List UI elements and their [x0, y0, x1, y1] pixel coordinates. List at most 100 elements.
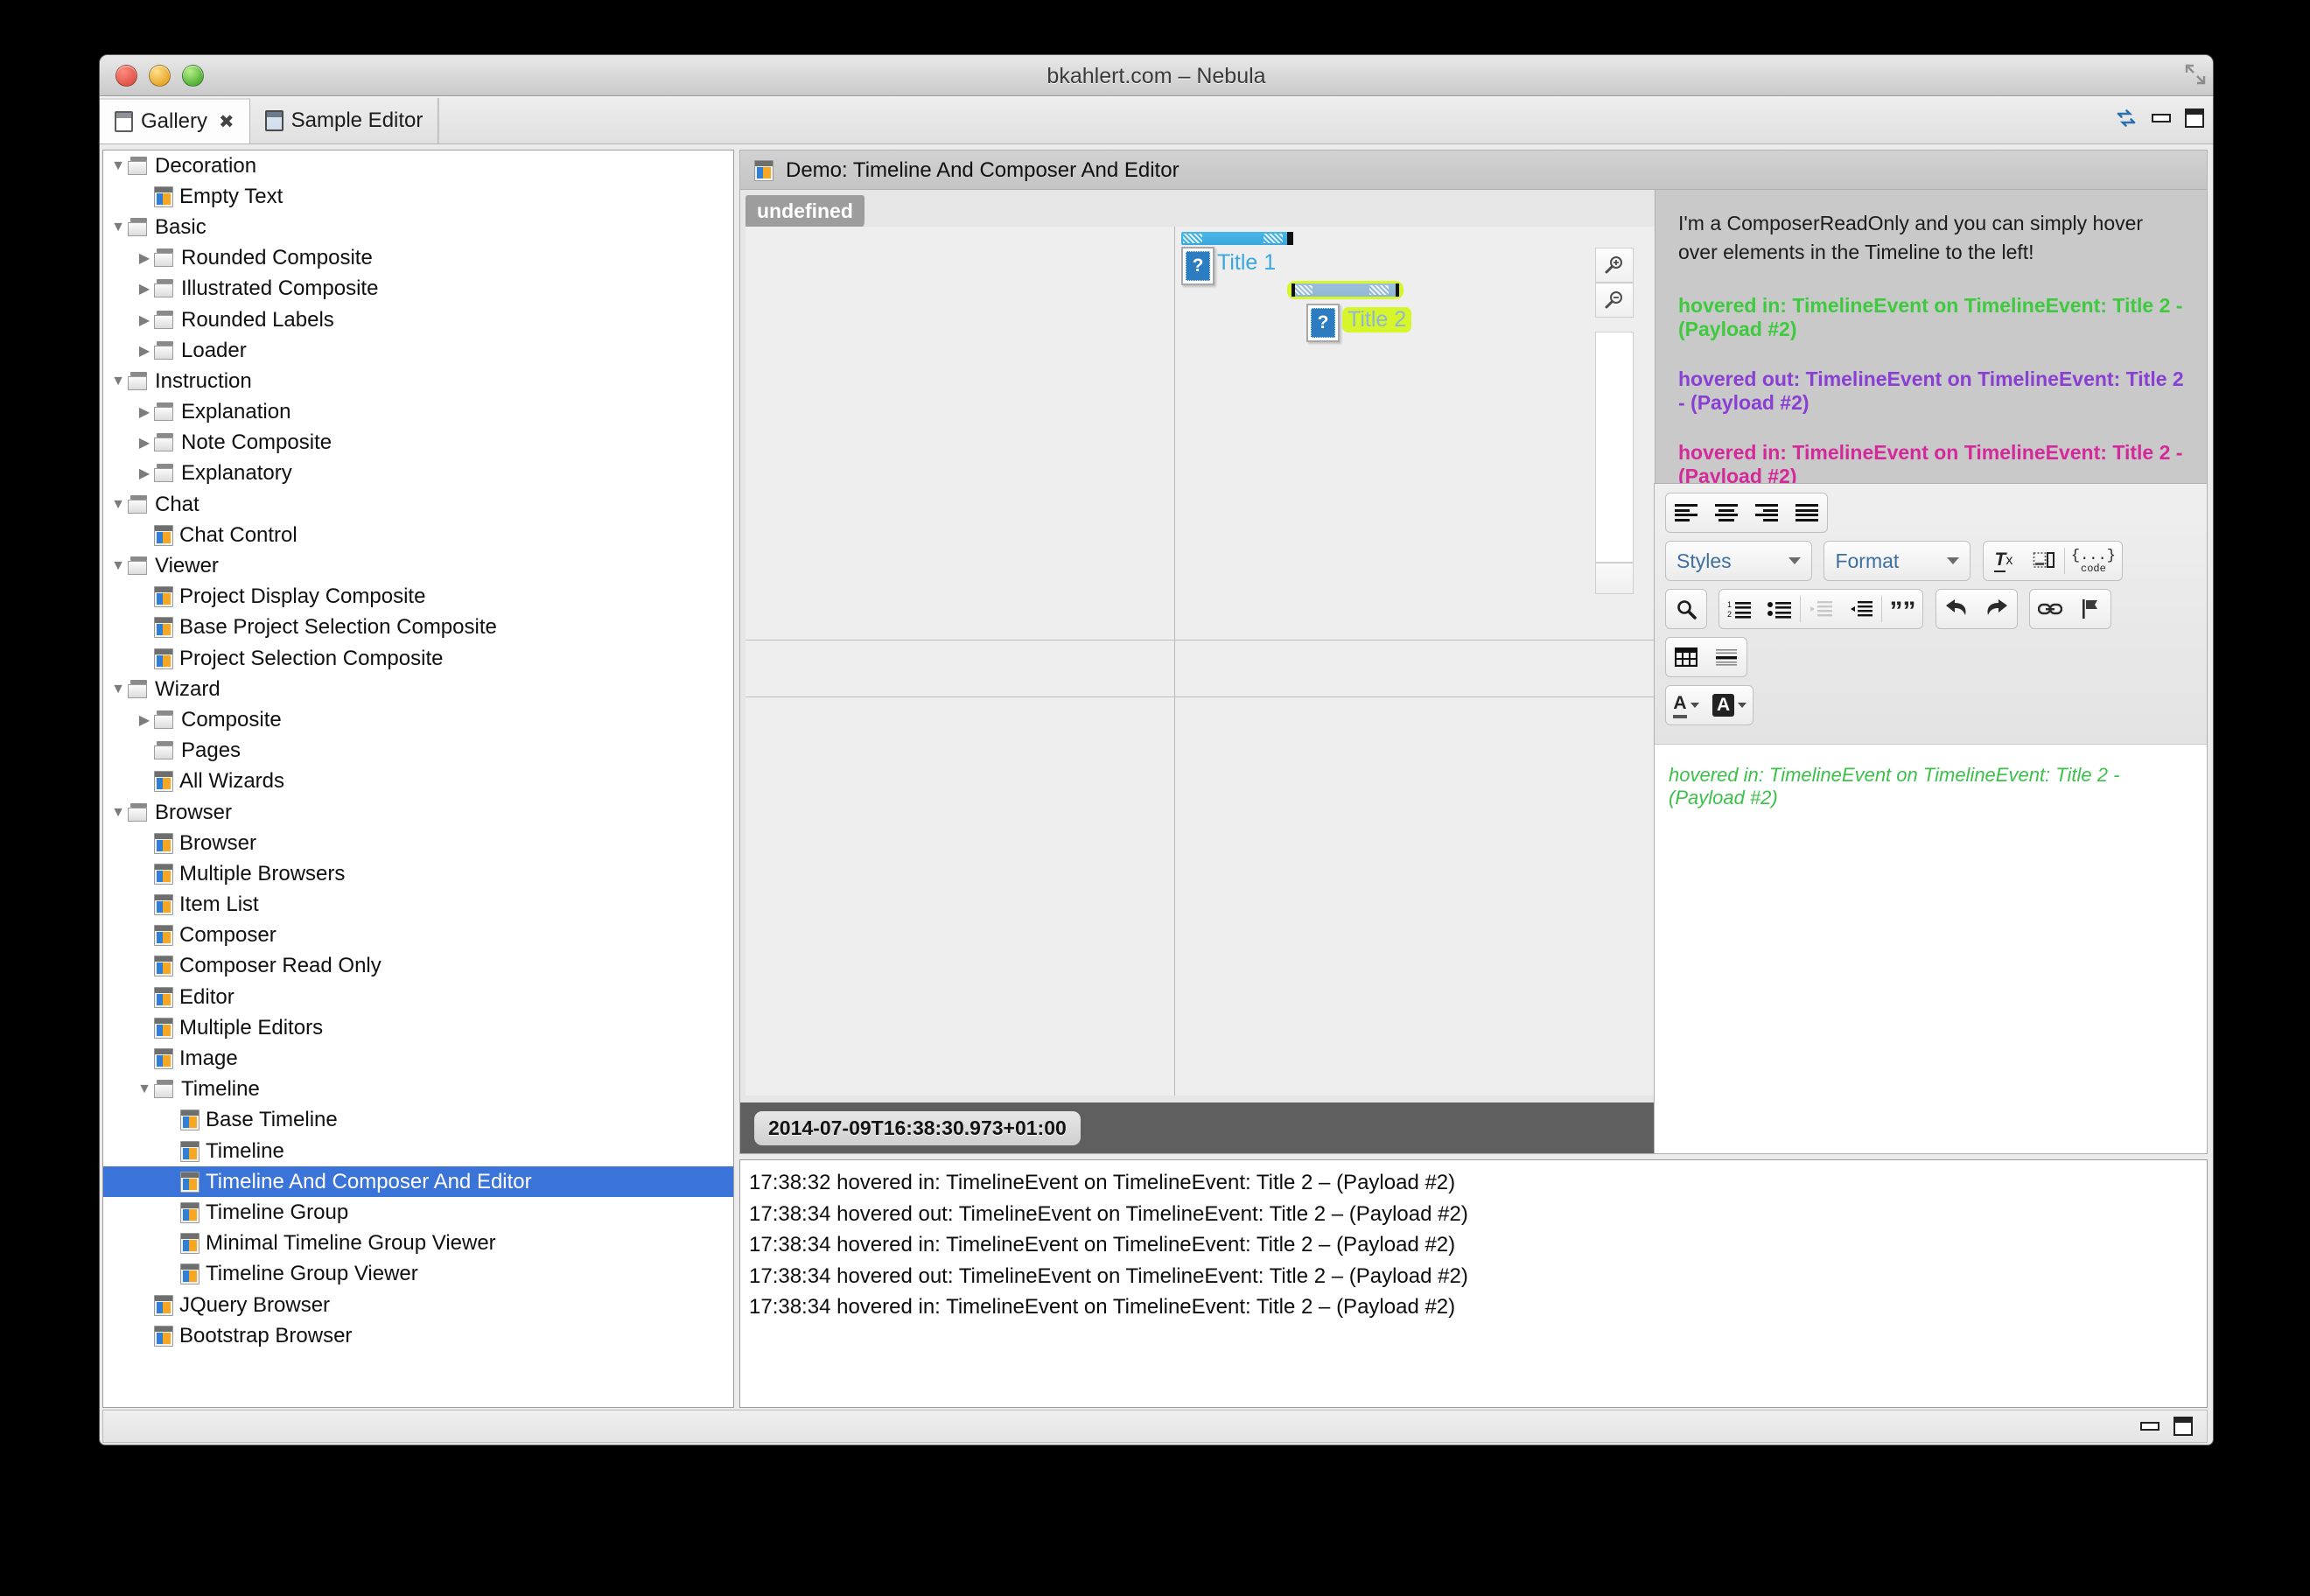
undo-icon[interactable]: [1936, 590, 1977, 628]
tree-item[interactable]: Timeline Group: [103, 1197, 733, 1228]
twisty-collapsed-icon[interactable]: ▶: [135, 312, 154, 329]
tree-item[interactable]: ▼Instruction: [103, 366, 733, 396]
tab-sample-editor[interactable]: Sample Editor: [250, 98, 439, 144]
tree-item[interactable]: Multiple Browsers: [103, 858, 733, 889]
background-color-icon[interactable]: A: [1706, 686, 1753, 724]
twisty-collapsed-icon[interactable]: ▶: [135, 342, 154, 360]
tree-item[interactable]: Composer: [103, 920, 733, 951]
twisty-collapsed-icon[interactable]: ▶: [135, 403, 154, 421]
indent-icon[interactable]: [1841, 590, 1881, 628]
link-icon[interactable]: [2030, 590, 2070, 628]
status-maximize-button[interactable]: [2174, 1417, 2193, 1436]
twisty-expanded-icon[interactable]: ▼: [108, 374, 128, 389]
timeline-zoom-slider-thumb[interactable]: [1595, 563, 1634, 594]
tree-item[interactable]: ▶Note Composite: [103, 428, 733, 458]
tree-item[interactable]: ▶Rounded Composite: [103, 243, 733, 274]
tree-item[interactable]: Timeline: [103, 1136, 733, 1166]
align-right-icon[interactable]: [1746, 494, 1787, 532]
format-select[interactable]: Format: [1824, 541, 1970, 581]
tree-item[interactable]: Project Display Composite: [103, 582, 733, 612]
timeline-event-title-2[interactable]: ? Title 2: [1287, 281, 1411, 342]
editor-panel[interactable]: Styles Format Tx: [1654, 483, 2208, 1154]
bulleted-list-icon[interactable]: [1760, 590, 1800, 628]
twisty-expanded-icon[interactable]: ▼: [108, 158, 128, 174]
tree-item[interactable]: Chat Control: [103, 520, 733, 550]
twisty-expanded-icon[interactable]: ▼: [108, 805, 128, 821]
close-icon[interactable]: ✖: [219, 111, 234, 133]
tree-item[interactable]: ▶Composite: [103, 704, 733, 735]
tree-item[interactable]: ▼Decoration: [103, 150, 733, 181]
tree-item[interactable]: ▼Wizard: [103, 674, 733, 704]
anchor-flag-icon[interactable]: [2070, 590, 2110, 628]
tree-item[interactable]: ▼Timeline: [103, 1074, 733, 1105]
twisty-collapsed-icon[interactable]: ▶: [135, 434, 154, 452]
status-minimize-button[interactable]: [2140, 1422, 2160, 1431]
twisty-expanded-icon[interactable]: ▼: [108, 558, 128, 574]
tree-item[interactable]: ▶Rounded Labels: [103, 304, 733, 335]
tree-item[interactable]: ▼Chat: [103, 489, 733, 520]
tree-item[interactable]: All Wizards: [103, 766, 733, 797]
zoom-in-icon[interactable]: [1595, 248, 1634, 283]
tab-gallery[interactable]: Gallery ✖: [100, 98, 250, 144]
timeline-event-icon[interactable]: ?: [1181, 247, 1214, 285]
tree-item[interactable]: Editor: [103, 982, 733, 1012]
blockquote-icon[interactable]: ””: [1882, 590, 1922, 628]
gallery-tree[interactable]: ▼DecorationEmpty Text▼Basic▶Rounded Comp…: [102, 150, 734, 1408]
twisty-collapsed-icon[interactable]: ▶: [135, 280, 154, 298]
tree-item[interactable]: Timeline And Composer And Editor: [103, 1166, 733, 1197]
tree-item[interactable]: ▼Browser: [103, 797, 733, 828]
timeline-widget[interactable]: undefined: [739, 189, 1656, 1154]
resize-corner-icon[interactable]: [2184, 63, 2207, 86]
tree-item[interactable]: ▶Loader: [103, 335, 733, 366]
tree-item[interactable]: ▶Illustrated Composite: [103, 274, 733, 304]
align-justify-icon[interactable]: [1787, 494, 1827, 532]
tree-item[interactable]: Timeline Group Viewer: [103, 1259, 733, 1290]
tree-item[interactable]: Base Timeline: [103, 1105, 733, 1136]
horizontal-rule-icon[interactable]: [1706, 638, 1746, 676]
tree-item[interactable]: Base Project Selection Composite: [103, 612, 733, 643]
twisty-expanded-icon[interactable]: ▼: [108, 682, 128, 697]
view-minimize-button[interactable]: [2152, 114, 2171, 122]
timeline-event-title-1[interactable]: ? Title 1: [1181, 232, 1293, 285]
redo-icon[interactable]: [1977, 590, 2017, 628]
tree-item[interactable]: ▼Basic: [103, 212, 733, 242]
styles-select[interactable]: Styles: [1665, 541, 1812, 581]
align-left-icon[interactable]: [1666, 494, 1706, 532]
editor-content-area[interactable]: hovered in: TimelineEvent on TimelineEve…: [1655, 744, 2207, 1153]
tree-item[interactable]: ▼Viewer: [103, 550, 733, 581]
view-maximize-button[interactable]: [2185, 108, 2204, 128]
table-icon[interactable]: [1666, 638, 1706, 676]
log-console[interactable]: 17:38:32 hovered in: TimelineEvent on Ti…: [739, 1159, 2208, 1408]
tree-item[interactable]: JQuery Browser: [103, 1290, 733, 1320]
tree-item[interactable]: Image: [103, 1043, 733, 1074]
twisty-expanded-icon[interactable]: ▼: [135, 1082, 154, 1097]
twisty-expanded-icon[interactable]: ▼: [108, 220, 128, 235]
tree-item[interactable]: Composer Read Only: [103, 951, 733, 982]
tree-item[interactable]: Project Selection Composite: [103, 643, 733, 674]
timeline-event-bar[interactable]: [1292, 284, 1399, 297]
twisty-collapsed-icon[interactable]: ▶: [135, 711, 154, 729]
source-code-icon[interactable]: {...} code: [2065, 542, 2122, 580]
timeline-zoom-slider-track[interactable]: [1595, 332, 1634, 563]
tree-item[interactable]: Item List: [103, 890, 733, 920]
tree-item[interactable]: Multiple Editors: [103, 1012, 733, 1043]
timeline-canvas[interactable]: ? Title 1: [746, 227, 1655, 1096]
text-color-icon[interactable]: A: [1666, 686, 1706, 724]
tree-item[interactable]: Browser: [103, 828, 733, 858]
remove-format-icon[interactable]: Tx: [1984, 542, 2024, 580]
timeline-event-icon[interactable]: ?: [1306, 304, 1340, 342]
window-titlebar[interactable]: bkahlert.com – Nebula: [100, 55, 2213, 96]
twisty-collapsed-icon[interactable]: ▶: [135, 465, 154, 482]
tree-item[interactable]: ▶Explanatory: [103, 458, 733, 489]
tree-item[interactable]: Bootstrap Browser: [103, 1320, 733, 1351]
tree-item[interactable]: ▶Explanation: [103, 397, 733, 428]
tree-item[interactable]: Empty Text: [103, 181, 733, 212]
align-center-icon[interactable]: [1706, 494, 1746, 532]
outdent-icon[interactable]: [1801, 590, 1841, 628]
timeline-event-bar[interactable]: [1181, 232, 1293, 245]
twisty-collapsed-icon[interactable]: ▶: [135, 249, 154, 267]
search-icon[interactable]: [1666, 590, 1706, 628]
twisty-expanded-icon[interactable]: ▼: [108, 497, 128, 513]
numbered-list-icon[interactable]: 12: [1719, 590, 1760, 628]
zoom-out-icon[interactable]: [1595, 283, 1634, 318]
